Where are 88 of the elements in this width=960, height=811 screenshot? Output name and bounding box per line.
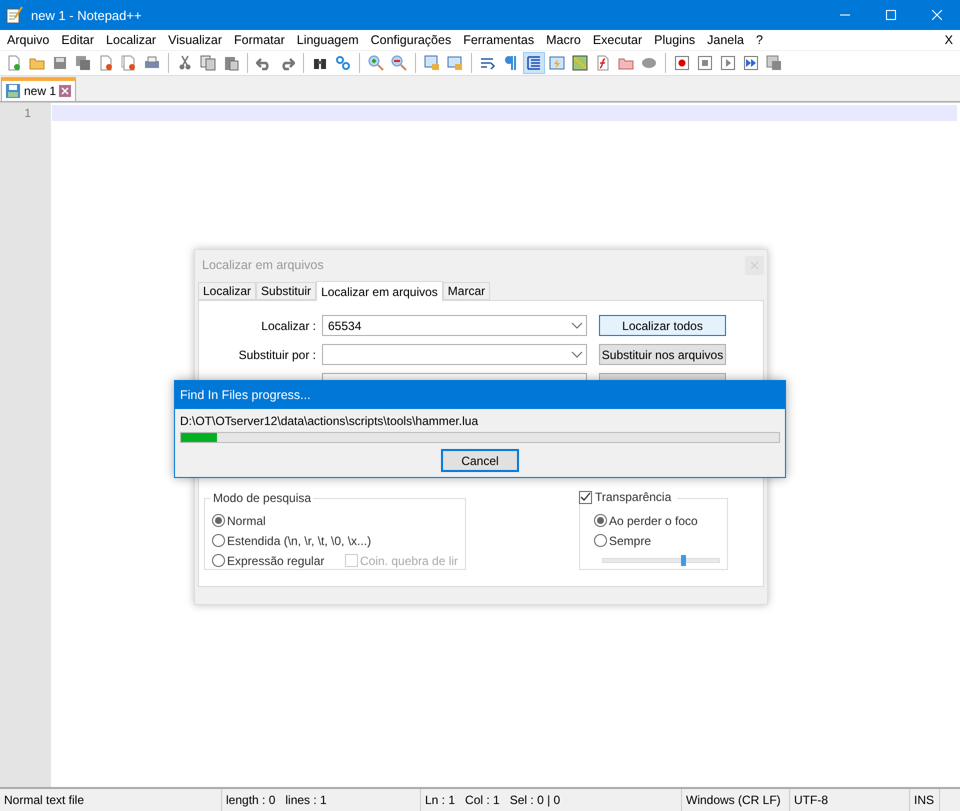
line-number: 1 [23,105,32,121]
fast-forward-icon [743,55,759,71]
notepad-icon [6,6,23,24]
radio-button[interactable] [212,514,225,527]
function-document-icon [595,55,611,71]
field-label: Localizar : [260,318,317,332]
printer-icon [144,55,160,71]
file-path: D:\OT\OTserver12\data\actions\scripts\tools\hammer.lua [180,414,478,428]
radio-button[interactable] [212,554,225,567]
close-document-button[interactable]: X [938,33,959,47]
document-tab[interactable]: new 1 [1,77,76,101]
menu-item[interactable]: Formatar [228,33,291,47]
radio-button[interactable] [594,534,607,547]
indent-lines-icon [526,55,542,71]
menu-item[interactable]: Janela [701,33,750,47]
menu-item[interactable]: Ferramentas [457,33,540,47]
radio-button[interactable] [212,534,225,547]
zoom-out-icon [391,55,407,71]
status-text: Ln : 1 [425,793,456,807]
option-label: Transparência [595,490,672,504]
close-all-icon [121,55,137,71]
dialog-tab[interactable]: Localizar [198,282,256,300]
checkbox[interactable] [579,490,592,504]
status-text: Normal text file [4,793,84,807]
play-icon [720,55,736,71]
menu-item[interactable]: Macro [540,33,587,47]
window-title: new 1 - Notepad++ [31,8,143,22]
status-text: length : 0 [226,793,276,807]
paste-icon [223,55,239,71]
close-icon [751,262,758,268]
close-file-icon [98,55,114,71]
map-icon [572,55,588,71]
status-text: Col : 1 [465,793,500,807]
group-title: Modo de pesquisa [211,491,314,505]
status-text: Windows (CR LF) [686,793,781,807]
slider-thumb[interactable] [681,555,686,566]
menu-item[interactable]: Plugins [648,33,702,47]
window-lock-icon [447,55,463,71]
action-button[interactable]: Substituir nos arquivos [599,344,726,365]
copy-icon [200,55,216,71]
replace-icon [335,55,351,71]
option-label: Sempre [609,534,652,548]
menu-item[interactable]: Executar [586,33,648,47]
record-icon [674,55,690,71]
close-icon[interactable] [59,85,72,97]
menu-item[interactable]: Linguagem [290,33,365,47]
zoom-in-icon [368,55,384,71]
new-file-icon [6,55,22,71]
save-all-icon [75,55,91,71]
blob-icon [641,55,657,71]
scissors-icon [177,55,193,71]
save-icon [52,55,68,71]
dialog-tab[interactable]: Localizar em arquivos [316,281,443,301]
option-label: Ao perder o foco [609,514,698,528]
radio-button[interactable] [594,514,607,527]
maximize-icon [886,10,896,20]
combo-field[interactable]: 65534 [322,315,587,336]
menu-item[interactable]: Editar [55,33,100,47]
macro-list-icon [766,55,782,71]
menu-item[interactable]: Arquivo [1,33,56,47]
indent-lines-button[interactable] [523,52,545,74]
option-label: Normal [227,514,266,528]
check-icon [580,492,591,502]
lightning-window-icon [549,55,565,71]
cancel-button[interactable]: Cancel [441,449,519,472]
save-icon [5,83,21,99]
status-text: lines : 1 [285,793,327,807]
status-text: INS [914,793,934,807]
field-label: Substituir por : [238,348,317,362]
option-label: Estendida (\n, \r, \t, \0, \x...) [227,534,372,548]
close-icon [932,10,942,20]
menu-item[interactable]: Localizar [100,33,162,47]
status-text: UTF-8 [794,793,828,807]
menu-item[interactable]: Visualizar [162,33,228,47]
action-button[interactable]: Localizar todos [599,315,726,336]
dialog-title: Localizar em arquivos [202,258,325,272]
menu-item[interactable]: Configurações [364,33,458,47]
dialog-tab[interactable]: Marcar [442,282,490,300]
dialog-title: Find In Files progress... [180,388,311,402]
pilcrow-icon [503,55,519,71]
dialog-tab[interactable]: Substituir [256,282,316,300]
menu-item[interactable]: ? [750,33,769,47]
option-label: Expressão regular [227,554,326,568]
option-label: Coin. quebra de lir [360,554,458,568]
combo-field[interactable] [322,344,587,365]
stop-icon [697,55,713,71]
status-text: Sel : 0 | 0 [510,793,560,807]
window-lock-icon [424,55,440,71]
